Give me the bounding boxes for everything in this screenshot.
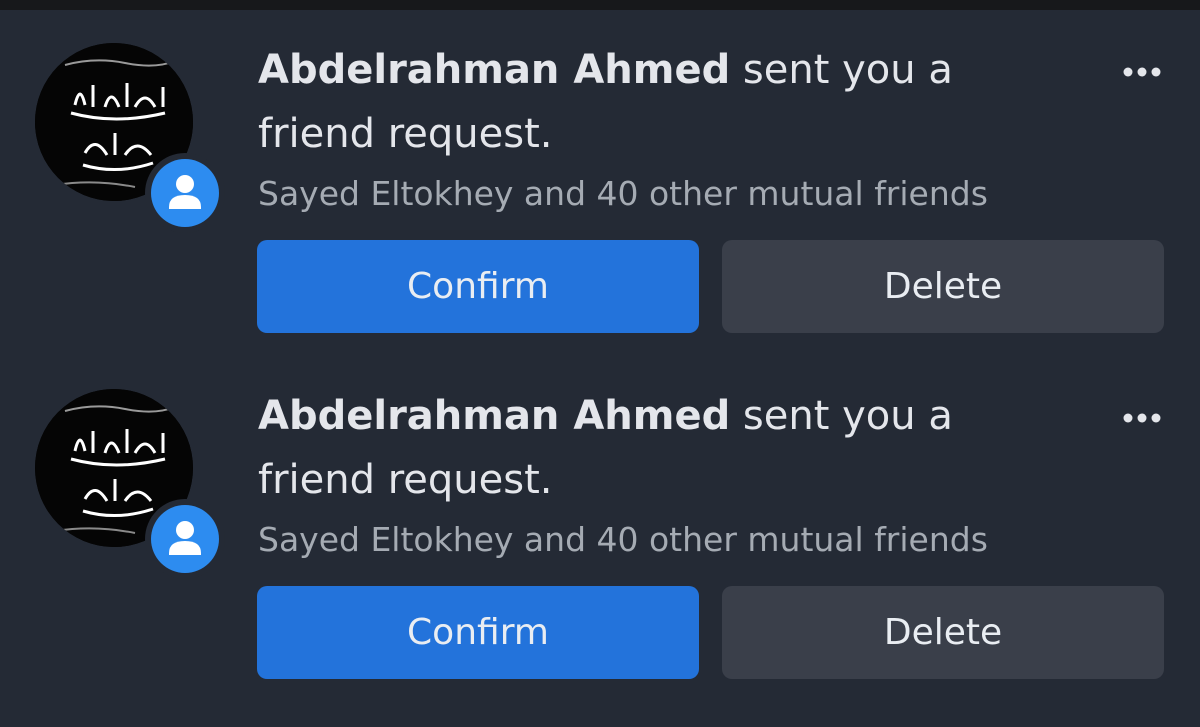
status-bar-strip xyxy=(0,0,1200,10)
mutual-friends-text[interactable]: Sayed Eltokhey and 40 other mutual frien… xyxy=(258,172,1078,216)
profile-avatar[interactable] xyxy=(35,389,227,581)
mutual-friends-text[interactable]: Sayed Eltokhey and 40 other mutual frien… xyxy=(258,518,1078,562)
request-headline: Abdelrahman Ahmed sent you a friend requ… xyxy=(258,384,1078,512)
friend-request-badge xyxy=(145,153,225,233)
delete-button[interactable]: Delete xyxy=(722,586,1164,679)
friend-request-item[interactable]: Abdelrahman Ahmed sent you a friend requ… xyxy=(0,356,1200,702)
more-options-button[interactable] xyxy=(1118,408,1166,428)
more-horizontal-icon xyxy=(1123,413,1161,423)
delete-button[interactable]: Delete xyxy=(722,240,1164,333)
requester-name[interactable]: Abdelrahman Ahmed xyxy=(258,47,730,93)
person-icon xyxy=(169,521,201,555)
requester-name[interactable]: Abdelrahman Ahmed xyxy=(258,393,730,439)
more-horizontal-icon xyxy=(1123,67,1161,77)
more-options-button[interactable] xyxy=(1118,62,1166,82)
profile-avatar[interactable] xyxy=(35,43,227,235)
person-icon xyxy=(169,175,201,209)
request-headline: Abdelrahman Ahmed sent you a friend requ… xyxy=(258,38,1078,166)
friend-request-item[interactable]: Abdelrahman Ahmed sent you a friend requ… xyxy=(0,10,1200,356)
friend-request-badge xyxy=(145,499,225,579)
confirm-button[interactable]: Confirm xyxy=(257,240,699,333)
confirm-button[interactable]: Confirm xyxy=(257,586,699,679)
